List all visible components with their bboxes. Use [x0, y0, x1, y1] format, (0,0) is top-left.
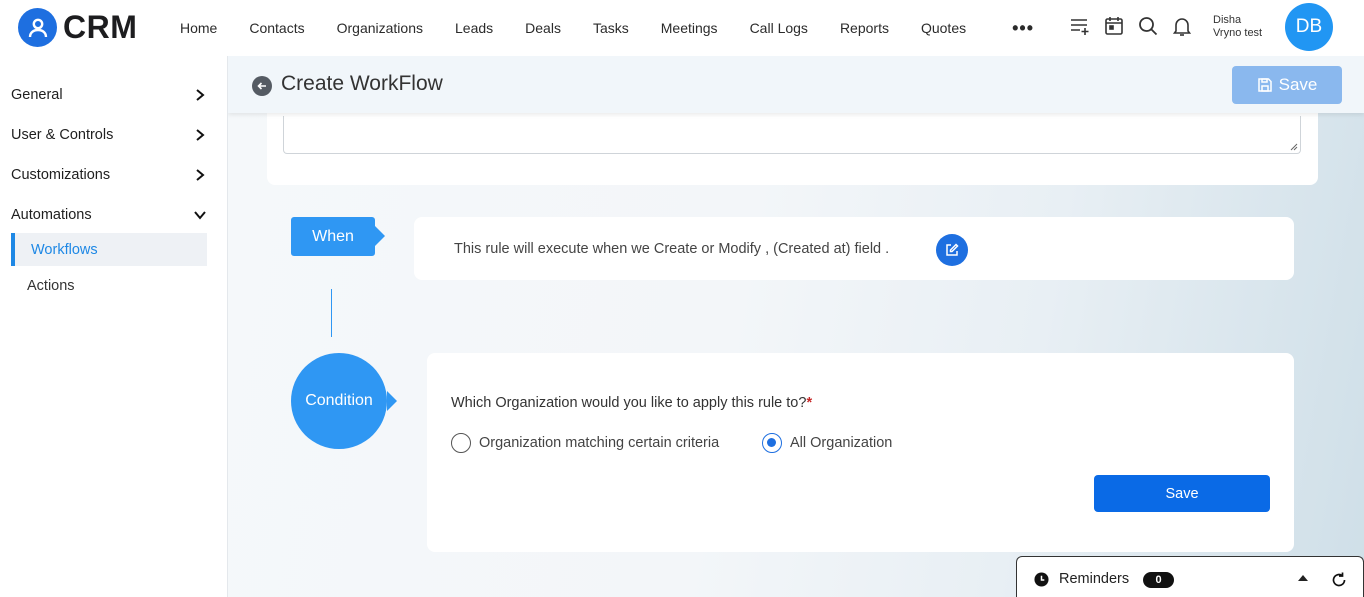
description-textarea[interactable] — [283, 116, 1301, 154]
header-save-label: Save — [1278, 75, 1318, 94]
reminders-count-badge: 0 — [1143, 572, 1174, 588]
condition-question: Which Organization would you like to app… — [451, 395, 812, 411]
page-title: Create WorkFlow — [281, 72, 443, 95]
sidebar-item-label: Automations — [11, 207, 92, 223]
app-name: CRM — [63, 9, 138, 45]
sidebar-item-general[interactable]: General — [11, 75, 207, 115]
condition-question-text: Which Organization would you like to app… — [451, 395, 807, 411]
clock-icon — [1034, 572, 1049, 587]
sidebar-item-customizations[interactable]: Customizations — [11, 155, 207, 195]
bell-icon[interactable] — [1170, 14, 1194, 38]
top-actions — [1068, 14, 1204, 38]
condition-card: Which Organization would you like to app… — [427, 353, 1294, 552]
nav-meetings[interactable]: Meetings — [661, 20, 718, 36]
option-label: Organization matching certain criteria — [479, 435, 720, 451]
resize-handle-icon[interactable] — [1290, 143, 1298, 151]
user-logo-icon — [18, 8, 57, 47]
radio-matching-criteria[interactable] — [451, 433, 471, 453]
reminders-panel[interactable]: Reminders 0 — [1016, 556, 1364, 597]
chevron-right-icon — [196, 89, 205, 101]
option-matching-criteria[interactable]: Organization matching certain criteria — [451, 433, 719, 453]
header-save-button[interactable]: Save — [1232, 66, 1342, 104]
nav-deals[interactable]: Deals — [525, 20, 561, 36]
sidebar-item-actions[interactable]: Actions — [11, 269, 207, 302]
chevron-up-icon[interactable] — [1298, 575, 1308, 581]
search-icon[interactable] — [1136, 14, 1160, 38]
nav-contacts[interactable]: Contacts — [249, 20, 304, 36]
nav-reports[interactable]: Reports — [840, 20, 889, 36]
nav-quotes[interactable]: Quotes — [921, 20, 966, 36]
chevron-right-icon — [196, 129, 205, 141]
sidebar-item-label: User & Controls — [11, 127, 114, 143]
sidebar-item-workflows[interactable]: Workflows — [11, 233, 207, 266]
condition-save-button[interactable]: Save — [1094, 475, 1270, 512]
top-navbar: CRM Home Contacts Organizations Leads De… — [0, 0, 1364, 56]
refresh-icon[interactable] — [1330, 571, 1348, 589]
main-nav: Home Contacts Organizations Leads Deals … — [180, 0, 1034, 56]
back-arrow-icon[interactable] — [252, 76, 272, 96]
condition-step-tag: Condition — [291, 353, 397, 449]
app-logo[interactable]: CRM — [18, 8, 137, 47]
option-label: All Organization — [790, 435, 893, 451]
sidebar-item-label: Customizations — [11, 167, 111, 183]
user-org: Vryno test — [1213, 27, 1263, 39]
settings-sidebar: General User & Controls Customizations A… — [0, 56, 228, 597]
nav-tasks[interactable]: Tasks — [593, 20, 629, 36]
avatar[interactable]: DB — [1285, 3, 1333, 51]
chevron-down-icon — [194, 211, 206, 220]
floppy-disk-icon — [1257, 78, 1272, 92]
radio-all-organization[interactable] — [762, 433, 782, 453]
nav-more-icon[interactable]: ••• — [1012, 18, 1034, 39]
chevron-right-icon — [196, 169, 205, 181]
sidebar-item-automations[interactable]: Automations — [11, 195, 207, 235]
nav-home[interactable]: Home — [180, 20, 217, 36]
required-mark: * — [806, 395, 813, 411]
calendar-icon[interactable] — [1102, 14, 1126, 38]
edit-when-button[interactable] — [936, 234, 968, 266]
nav-organizations[interactable]: Organizations — [337, 20, 423, 36]
sidebar-item-user-controls[interactable]: User & Controls — [11, 115, 207, 155]
main-content: Create WorkFlow Save When This rule will… — [228, 56, 1364, 597]
when-step-tag: When — [291, 217, 385, 256]
user-first-name: Disha — [1213, 14, 1242, 26]
when-card: This rule will execute when we Create or… — [414, 217, 1294, 280]
nav-call-logs[interactable]: Call Logs — [750, 20, 808, 36]
nav-leads[interactable]: Leads — [455, 20, 493, 36]
when-description: This rule will execute when we Create or… — [454, 241, 890, 257]
sidebar-item-label: General — [11, 87, 63, 103]
reminders-label: Reminders — [1059, 571, 1130, 587]
edit-icon — [946, 243, 959, 256]
add-list-icon[interactable] — [1068, 14, 1092, 38]
user-label[interactable]: Disha Vryno test — [1213, 14, 1262, 40]
option-all-organization[interactable]: All Organization — [762, 433, 892, 453]
step-connector — [331, 289, 332, 337]
page-header: Create WorkFlow Save — [228, 56, 1364, 113]
